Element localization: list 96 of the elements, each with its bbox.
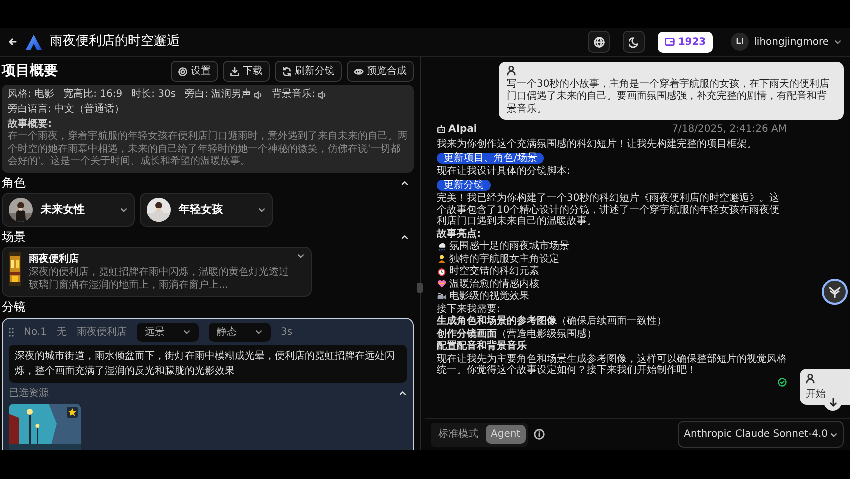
speaker-icon[interactable]	[318, 90, 327, 100]
refresh-icon	[282, 66, 292, 76]
moon-icon	[628, 36, 640, 48]
download-icon	[230, 66, 240, 76]
speaker-icon[interactable]	[254, 90, 264, 100]
scene-card[interactable]: 雨夜便利店 深夜的便利店，霓虹招牌在雨中闪烁，温暖的黄色灯光透过玻璃门窗洒在湿润的地面上，雨滴在窗户上...	[2, 247, 312, 298]
shot-card[interactable]: No.1 无 雨夜便利店 远景 静态 3s 深夜的城市街道，雨水倾盆而下，街灯在雨中模糊成光晕，便利店的霓虹招牌在远处闪烁，整个画面充满了湿润的反光和朦胧的光影效果 已选资源	[2, 318, 414, 450]
toolbar-button[interactable]: 预览合成	[347, 61, 414, 82]
message-time: 7/18/2025, 2:41:26 AM	[672, 124, 787, 136]
theme-button[interactable]	[623, 31, 646, 53]
toolbar-button[interactable]: 下载	[223, 61, 270, 82]
chevron-up-icon[interactable]	[401, 233, 409, 242]
camera-icon	[437, 292, 447, 302]
mode-tab[interactable]: 标准模式	[434, 425, 484, 444]
section-title: 角色	[2, 176, 26, 190]
resources-label: 已选资源	[9, 386, 49, 401]
rain-cloud-icon	[437, 242, 447, 252]
character-card[interactable]: 未来女性	[2, 192, 135, 227]
message-text: 完美！我已经为你构建了一个30秒的科幻短片《雨夜便利店的时空邂逅》。这个故事包含了10个精心设计的分镜，讲述了一个穿宇航服的年轻女孩在雨夜便利店门口遇到未来自己的温暖故事。	[437, 193, 781, 228]
model-select[interactable]: Anthropic Claude Sonnet-4.0	[678, 421, 844, 448]
user-icon	[806, 374, 815, 384]
person-icon	[437, 254, 447, 264]
shot-type-select[interactable]: 远景	[136, 322, 199, 342]
meta-item: 旁白语言: 中文（普通话）	[8, 104, 125, 116]
message-text: 配置配音和背景音乐	[437, 341, 528, 352]
wallet-icon	[665, 37, 676, 47]
list-item: 氛围感十足的雨夜城市场景	[450, 241, 570, 252]
chevron-down-icon	[830, 430, 838, 438]
section-title: 分镜	[2, 300, 27, 315]
meta-item: 宽高比: 16:9	[64, 89, 123, 102]
character-card[interactable]: 年轻女孩	[140, 192, 273, 227]
info-icon[interactable]	[534, 429, 546, 440]
scene-name: 雨夜便利店	[29, 252, 80, 266]
language-button[interactable]	[588, 31, 610, 53]
character-name: 年轻女孩	[179, 202, 223, 218]
drag-handle-icon[interactable]	[9, 328, 14, 337]
toolbar-button[interactable]: 设置	[171, 61, 218, 82]
y-logo-icon	[828, 285, 842, 299]
user-avatar[interactable]: LI	[731, 33, 750, 51]
summary-text: 在一个雨夜，穿着宇航服的年轻女孩在便利店门口避雨时，意外遇到了来自未来的自己。两个时空的她在雨幕中相遇，未来的自己给了年轻时的她一个神秘的微笑，仿佛在说'一切都会好的'。这是一个关于时间、成长和希望的温暖故事。	[8, 131, 408, 168]
resize-handle[interactable]	[417, 283, 423, 293]
chevron-down-icon	[297, 252, 305, 260]
list-item: 时空交错的科幻元素	[450, 266, 540, 278]
star-icon[interactable]	[67, 406, 78, 418]
meta-item: 背景音乐:	[272, 89, 316, 102]
shot-number: No.1	[24, 326, 47, 340]
chevron-down-icon	[258, 206, 266, 214]
meta-item: 风格: 电影	[8, 89, 55, 102]
message-text: 生成角色和场景的参考图像（确保后续画面一致性）	[437, 316, 668, 328]
alarm-clock-icon	[437, 266, 447, 277]
section-title: 项目概要	[2, 63, 58, 80]
character-name: 未来女性	[41, 202, 85, 218]
message-text: 故事亮点:	[437, 228, 482, 240]
username[interactable]: lihongjingmore	[754, 34, 829, 50]
heart-icon	[437, 279, 447, 290]
mode-tab[interactable]: Agent	[486, 425, 526, 444]
credits-button[interactable]: 1923	[658, 32, 714, 52]
action-button[interactable]: 更新项目、角色/场景	[437, 152, 544, 164]
meta-item: 旁白: 温润男声	[185, 89, 252, 102]
scene-description: 深夜的便利店，霓虹招牌在雨中闪烁，温暖的黄色灯光透过玻璃门窗洒在湿润的地面上，雨滴在窗户上...	[29, 267, 289, 292]
list-item: 温暖治愈的情感内核	[450, 278, 540, 290]
chevron-up-icon[interactable]	[399, 389, 407, 398]
chevron-down-icon	[120, 206, 128, 214]
action-button[interactable]: 更新分镜	[437, 180, 491, 191]
shot-scene: 雨夜便利店	[76, 326, 127, 340]
list-item: 独特的宇航服女主角设定	[450, 254, 560, 265]
summary-label: 故事概要:	[8, 118, 53, 130]
logo-icon	[26, 34, 42, 50]
eye-icon	[354, 66, 364, 76]
toolbar-button[interactable]: 刷新分镜	[275, 61, 342, 82]
shot-description: 深夜的城市街道，雨水倾盆而下，街灯在雨中模糊成光晕，便利店的霓虹招牌在远处闪烁，整个画面充满了湿润的反光和朦胧的光影效果	[9, 344, 407, 383]
chevron-down-icon	[254, 328, 263, 336]
globe-icon	[594, 36, 605, 48]
message-text: 现在让我设计具体的分镜脚本:	[437, 166, 572, 178]
message-text: 我来为你创作这个充满氛围感的科幻短片！让我先构建完整的项目框架。	[437, 139, 758, 150]
robot-icon	[437, 125, 446, 134]
shot-duration: 3s	[280, 326, 293, 340]
message-text: 接下来我需要:	[437, 304, 502, 315]
project-title: 雨夜便利店的时空邂逅	[50, 33, 180, 52]
motion-select[interactable]: 静态	[208, 322, 271, 342]
message-text: 写一个30秒的小故事，主角是一个穿着宇航服的女孩，在下雨天的便利店门口偶遇了未来的自己。要画面氛围感强，补充完整的剧情，有配音和背景音乐。	[507, 78, 831, 116]
assistant-button[interactable]	[822, 279, 848, 305]
user-icon	[507, 66, 516, 76]
message-text: 现在让我先为主要角色和场景生成参考图像，这样可以确保整部短片的视觉风格统一。你觉得这个故事设定如何？接下来我们开始制作吧！	[437, 354, 787, 376]
section-title: 场景	[2, 230, 26, 244]
meta-item: 时长: 30s	[132, 89, 176, 102]
back-arrow-icon[interactable]	[8, 37, 18, 47]
message-text: 创作分镜画面（营造电影级氛围感）	[437, 328, 598, 340]
sender-name: AIpai	[448, 124, 478, 136]
arrow-down-icon	[828, 398, 838, 406]
chevron-up-icon[interactable]	[401, 178, 409, 187]
list-item: 电影级的视觉效果	[450, 291, 530, 302]
chevron-down-icon	[182, 328, 191, 336]
chevron-down-icon	[834, 38, 842, 46]
card-text: 开始	[806, 388, 826, 402]
shot-voice: 无	[56, 326, 67, 340]
